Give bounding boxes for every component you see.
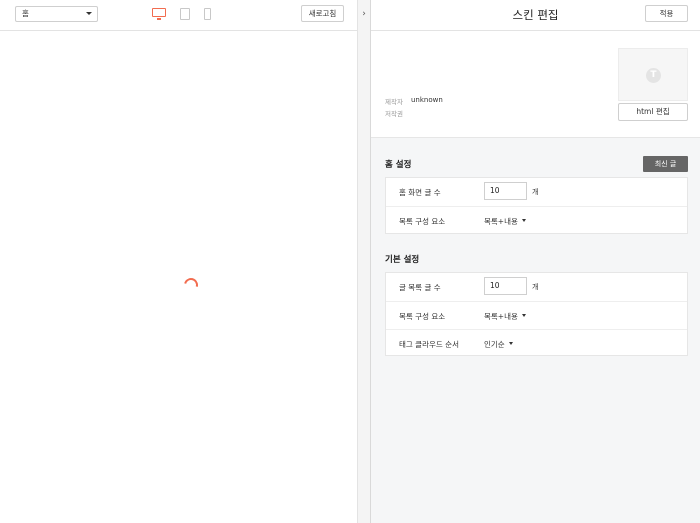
page-select-value: 홈 bbox=[22, 9, 29, 18]
tag-cloud-order-value: 인기순 bbox=[484, 340, 505, 349]
page-select[interactable]: 홈 bbox=[15, 6, 98, 22]
home-list-components-value: 목록+내용 bbox=[484, 217, 518, 226]
desktop-icon[interactable] bbox=[152, 8, 166, 20]
mobile-icon[interactable] bbox=[204, 8, 211, 20]
skin-thumbnail: T bbox=[618, 48, 688, 101]
basic-list-components-select[interactable]: 목록+내용 bbox=[484, 311, 526, 322]
list-post-count-input[interactable]: 10 bbox=[484, 277, 527, 295]
author-row: 제작자 unknown bbox=[385, 96, 443, 106]
home-list-components-label: 목록 구성 요소 bbox=[399, 217, 446, 226]
author-value: unknown bbox=[411, 96, 443, 104]
caret-down-icon bbox=[86, 12, 92, 15]
tag-cloud-order-row: 태그 클라우드 순서 인기순 bbox=[386, 329, 687, 357]
home-settings-title: 홈 설정 bbox=[385, 160, 412, 170]
skin-editor-pane: 스킨 편집 적용 제작자 unknown 저작권 T html 편집 홈 설정 … bbox=[371, 0, 700, 523]
loading-spinner-icon bbox=[181, 275, 201, 295]
latest-posts-button[interactable]: 최신 글 bbox=[643, 156, 688, 172]
copyright-label: 저작권 bbox=[385, 110, 403, 118]
list-post-count-row: 글 목록 글 수 10 개 bbox=[386, 273, 687, 301]
chevron-right-icon[interactable]: › bbox=[357, 0, 371, 31]
home-post-count-unit: 개 bbox=[532, 188, 539, 196]
basic-settings-title: 기본 설정 bbox=[385, 255, 420, 265]
home-list-components-select[interactable]: 목록+내용 bbox=[484, 216, 526, 227]
apply-button[interactable]: 적용 bbox=[645, 5, 688, 22]
tag-cloud-order-label: 태그 클라우드 순서 bbox=[399, 340, 459, 349]
basic-settings-card: 글 목록 글 수 10 개 목록 구성 요소 목록+내용 태그 클라우드 순서 … bbox=[385, 272, 688, 356]
basic-list-components-value: 목록+내용 bbox=[484, 312, 518, 321]
desktop-stand bbox=[157, 18, 161, 20]
skin-info-panel: 제작자 unknown 저작권 T html 편집 bbox=[371, 31, 700, 138]
desktop-screen bbox=[152, 8, 166, 17]
home-post-count-input[interactable]: 10 bbox=[484, 182, 527, 200]
home-post-count-row: 홈 화면 글 수 10 개 bbox=[386, 178, 687, 206]
editor-header: 스킨 편집 적용 bbox=[371, 0, 700, 31]
pane-divider[interactable] bbox=[357, 0, 371, 523]
caret-down-icon bbox=[521, 219, 526, 222]
basic-list-components-row: 목록 구성 요소 목록+내용 bbox=[386, 301, 687, 329]
caret-down-icon bbox=[521, 314, 526, 317]
author-label: 제작자 bbox=[385, 98, 403, 106]
tablet-icon[interactable] bbox=[180, 8, 190, 20]
home-settings-card: 홈 화면 글 수 10 개 목록 구성 요소 목록+내용 bbox=[385, 177, 688, 234]
html-edit-button[interactable]: html 편집 bbox=[618, 103, 688, 121]
basic-list-components-label: 목록 구성 요소 bbox=[399, 312, 446, 321]
home-list-components-row: 목록 구성 요소 목록+내용 bbox=[386, 206, 687, 234]
list-post-count-unit: 개 bbox=[532, 283, 539, 291]
list-post-count-label: 글 목록 글 수 bbox=[399, 283, 441, 292]
caret-down-icon bbox=[508, 342, 513, 345]
refresh-button[interactable]: 새로고침 bbox=[301, 5, 344, 22]
preview-pane: 홈 새로고침 bbox=[0, 0, 357, 523]
tag-cloud-order-select[interactable]: 인기순 bbox=[484, 339, 513, 350]
copyright-row: 저작권 bbox=[385, 108, 403, 118]
preview-toolbar: 홈 새로고침 bbox=[0, 0, 357, 31]
tistory-logo-icon: T bbox=[646, 68, 661, 83]
home-post-count-label: 홈 화면 글 수 bbox=[399, 188, 441, 197]
